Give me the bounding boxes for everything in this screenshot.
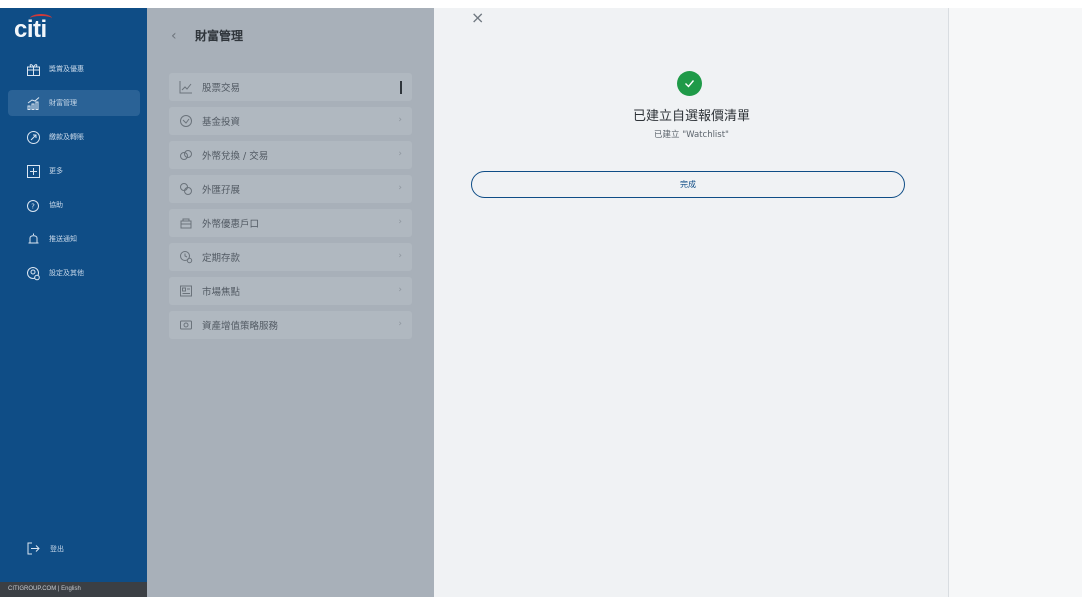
logout-button[interactable]: 登出 xyxy=(26,541,64,556)
chevron-right-icon: › xyxy=(398,183,402,193)
stock-chart-icon xyxy=(179,80,193,94)
menu-item-stock-trading[interactable]: 股票交易 xyxy=(169,73,412,101)
menu-item-label: 外幣優惠戶口 xyxy=(202,219,260,230)
done-button[interactable]: 完成 xyxy=(471,171,905,198)
sidebar-item-help[interactable]: ? 協助 xyxy=(8,192,140,218)
menu-item-label: 資產增值策略服務 xyxy=(202,321,279,332)
chevron-right-icon: › xyxy=(398,319,402,329)
footer-links[interactable]: CITIGROUP.COM | English xyxy=(0,582,147,597)
menu-item-label: 市場焦點 xyxy=(202,287,241,298)
chevron-right-icon: › xyxy=(398,217,402,227)
news-icon xyxy=(179,284,193,298)
menu-item-market-focus[interactable]: 市場焦點 › xyxy=(169,277,412,305)
wealth-menu: 股票交易 基金投資 › 外幣兌換 / 交易 › 外匯孖展 › 外幣優惠戶口 › … xyxy=(169,73,412,345)
sidebar-nav: 獎賞及優惠 財富管理 繳款及轉賬 更多 ? 協助 推送通知 設定及其他 xyxy=(8,56,140,294)
citi-logo[interactable]: citi xyxy=(14,16,47,44)
dialog-title: 已建立自選報價清單 xyxy=(632,109,750,124)
sidebar-item-label: 設定及其他 xyxy=(49,269,84,277)
sidebar-item-label: 繳款及轉賬 xyxy=(49,133,84,141)
menu-item-label: 外幣兌換 / 交易 xyxy=(202,151,269,162)
sidebar-item-payments[interactable]: 繳款及轉賬 xyxy=(8,124,140,150)
menu-item-asset-strategy[interactable]: 資產增值策略服務 › xyxy=(169,311,412,339)
sidebar-item-wealth[interactable]: 財富管理 xyxy=(8,90,140,116)
sidebar-item-label: 更多 xyxy=(49,167,63,175)
sidebar-item-label: 推送通知 xyxy=(49,235,77,243)
right-empty-area xyxy=(949,8,1082,597)
sidebar-item-more[interactable]: 更多 xyxy=(8,158,140,184)
selected-indicator xyxy=(400,81,402,94)
wealth-menu-panel: ‹ 財富管理 股票交易 基金投資 › 外幣兌換 / 交易 › 外匯孖展 › 外幣… xyxy=(147,8,434,597)
menu-item-fx-account[interactable]: 外幣優惠戶口 › xyxy=(169,209,412,237)
menu-item-fx-exchange[interactable]: 外幣兌換 / 交易 › xyxy=(169,141,412,169)
menu-item-time-deposit[interactable]: 定期存款 › xyxy=(169,243,412,271)
question-icon: ? xyxy=(26,198,41,213)
sidebar-item-settings[interactable]: 設定及其他 xyxy=(8,260,140,286)
plus-box-icon xyxy=(26,164,41,179)
watchlist-created-dialog: × 已建立自選報價清單 已建立 "Watchlist" 完成 xyxy=(434,8,949,597)
chevron-right-icon: › xyxy=(398,285,402,295)
panel-header: ‹ 財富管理 xyxy=(147,8,434,64)
strategy-icon xyxy=(179,318,193,332)
fund-icon xyxy=(179,114,193,128)
menu-item-label: 外匯孖展 xyxy=(202,185,241,196)
bell-icon xyxy=(26,232,41,247)
back-chevron-icon[interactable]: ‹ xyxy=(171,28,177,44)
chevron-right-icon: › xyxy=(398,115,402,125)
account-icon xyxy=(179,216,193,230)
sidebar-item-notifications[interactable]: 推送通知 xyxy=(8,226,140,252)
success-check-icon xyxy=(677,71,702,96)
gift-icon xyxy=(26,62,41,77)
menu-item-funds[interactable]: 基金投資 › xyxy=(169,107,412,135)
dialog-subtitle: 已建立 "Watchlist" xyxy=(654,130,729,140)
close-icon[interactable]: × xyxy=(471,10,484,26)
menu-item-label: 基金投資 xyxy=(202,117,241,128)
transfer-arrow-icon xyxy=(26,130,41,145)
menu-item-label: 定期存款 xyxy=(202,253,241,264)
logout-icon xyxy=(26,541,41,556)
fx-margin-icon xyxy=(179,182,193,196)
chevron-right-icon: › xyxy=(398,149,402,159)
currency-exchange-icon xyxy=(179,148,193,162)
sidebar-item-label: 財富管理 xyxy=(49,99,77,107)
svg-text:?: ? xyxy=(31,202,35,210)
panel-title: 財富管理 xyxy=(195,29,244,43)
sidebar-item-label: 獎賞及優惠 xyxy=(49,65,84,73)
logout-label: 登出 xyxy=(50,544,64,553)
settings-user-icon xyxy=(26,266,41,281)
sidebar-item-rewards[interactable]: 獎賞及優惠 xyxy=(8,56,140,82)
menu-item-fx-margin[interactable]: 外匯孖展 › xyxy=(169,175,412,203)
main-sidebar: citi 獎賞及優惠 財富管理 繳款及轉賬 更多 ? 協助 推送通知 設定及其他… xyxy=(0,8,147,597)
menu-item-label: 股票交易 xyxy=(202,83,241,94)
growth-chart-icon xyxy=(26,96,41,111)
chevron-right-icon: › xyxy=(398,251,402,261)
time-deposit-icon xyxy=(179,250,193,264)
sidebar-item-label: 協助 xyxy=(49,201,63,209)
